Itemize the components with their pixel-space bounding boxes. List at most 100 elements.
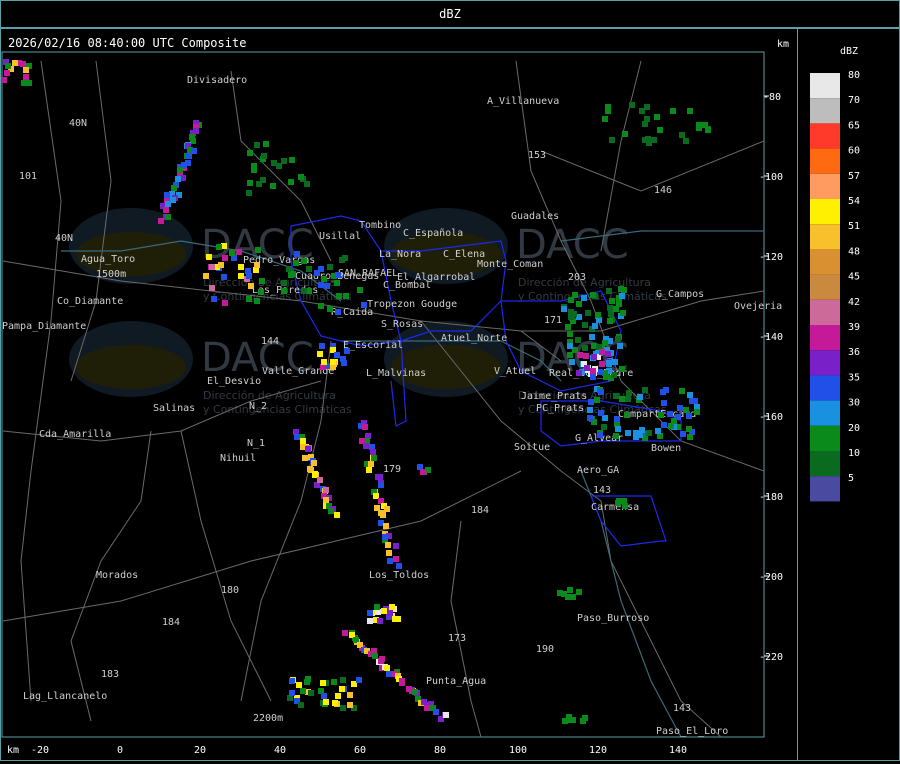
svg-text:Soitue: Soitue — [514, 442, 550, 453]
echo-pixel — [619, 396, 625, 402]
y-tick-label: -100 — [759, 172, 783, 183]
echo-pixel — [569, 313, 575, 319]
echo-pixel — [686, 426, 692, 432]
echo-pixel — [561, 306, 567, 312]
echo-pixel — [281, 288, 287, 294]
echo-pixel — [261, 153, 267, 159]
echo-pixel — [396, 563, 402, 569]
echo-pixel — [381, 608, 387, 614]
echo-pixel — [639, 108, 645, 114]
svg-text:Pampa_Diamante: Pampa_Diamante — [2, 321, 86, 332]
echo-pixel — [389, 604, 395, 610]
legend-level-label: 65 — [848, 120, 860, 131]
y-tick-label: -220 — [759, 652, 783, 663]
echo-pixel — [206, 254, 212, 260]
x-tick-label: 20 — [194, 745, 206, 756]
echo-pixel — [629, 102, 635, 108]
echo-pixel — [221, 274, 227, 280]
echo-pixel — [637, 394, 643, 400]
echo-pixel — [336, 293, 342, 299]
echo-pixel — [679, 388, 685, 394]
echo-pixel — [383, 523, 389, 529]
echo-pixel — [248, 283, 254, 289]
echo-pixel — [371, 455, 377, 461]
echo-pixel — [270, 183, 276, 189]
echo-pixel — [335, 693, 341, 699]
svg-text:PC_Prats: PC_Prats — [536, 403, 584, 414]
legend-swatch — [810, 425, 840, 451]
echo-pixel — [323, 699, 329, 705]
echo-pixel — [668, 423, 674, 429]
echo-pixel — [626, 390, 632, 396]
svg-text:101: 101 — [19, 171, 37, 182]
y-tick-label: -200 — [759, 572, 783, 583]
x-axis: km -20 0 20 40 60 80 100 120 140 — [7, 745, 687, 756]
echo-pixel — [625, 396, 631, 402]
echo-pixel — [289, 678, 295, 684]
echo-pixel — [246, 190, 252, 196]
echo-pixel — [622, 503, 628, 509]
legend-level-label: 36 — [848, 347, 860, 358]
svg-text:SAN_RAFAEL: SAN_RAFAEL — [338, 268, 398, 279]
svg-text:La_Nora: La_Nora — [379, 249, 421, 260]
echo-pixel — [386, 671, 392, 677]
echo-pixel — [392, 616, 398, 622]
echo-pixel — [238, 273, 244, 279]
echo-pixel — [582, 345, 588, 351]
timestamp-header: 2026/02/16 08:40:00 UTC Composite — [8, 36, 246, 50]
echo-pixel — [583, 353, 589, 359]
legend-swatch — [810, 350, 840, 376]
legend-swatch — [810, 173, 840, 199]
echo-pixel — [587, 407, 593, 413]
echo-pixel — [584, 365, 590, 371]
echo-pixel — [363, 443, 369, 449]
echo-pixel — [321, 276, 327, 282]
echo-pixel — [377, 618, 383, 624]
svg-text:Ovejeria: Ovejeria — [734, 301, 782, 312]
legend-title: dBZ — [840, 46, 858, 57]
legend-swatch — [810, 249, 840, 275]
echo-pixel — [696, 125, 702, 131]
echo-pixel — [1, 77, 7, 83]
echo-pixel — [385, 542, 391, 548]
echo-pixel — [323, 487, 329, 493]
echo-pixel — [163, 207, 169, 213]
echo-pixel — [271, 160, 277, 166]
y-tick-label: -180 — [759, 492, 783, 503]
legend-level-label: 39 — [848, 322, 860, 333]
echo-pixel — [258, 289, 264, 295]
echo-pixel — [296, 682, 302, 688]
echo-pixel — [347, 692, 353, 698]
svg-text:Paso_Burroso: Paso_Burroso — [577, 613, 649, 624]
echo-pixel — [580, 718, 586, 724]
echo-pixel — [565, 324, 571, 330]
echo-pixel — [598, 389, 604, 395]
echo-pixel — [356, 677, 362, 683]
echo-pixel — [399, 680, 405, 686]
echo-pixel — [624, 412, 630, 418]
radar-map[interactable]: DACC Dirección de Agricultura y Continge… — [1, 29, 799, 762]
echo-pixel — [26, 80, 32, 86]
echo-pixel — [323, 497, 329, 503]
x-tick-label: 80 — [434, 745, 446, 756]
echo-pixel — [687, 392, 693, 398]
legend-scale: 80 70 65 60 57 54 51 48 45 42 39 36 35 30 20 10 5 — [810, 70, 860, 502]
echo-pixel — [305, 676, 311, 682]
svg-text:Nihuil: Nihuil — [220, 453, 256, 464]
legend-swatch — [810, 224, 840, 250]
echo-pixel — [675, 414, 681, 420]
svg-text:Salinas: Salinas — [153, 403, 195, 414]
echo-pixel — [300, 438, 306, 444]
echo-pixel — [321, 693, 327, 699]
radar-map-panel[interactable]: DACC Dirección de Agricultura y Continge… — [0, 28, 798, 761]
echo-pixel — [620, 310, 626, 316]
legend-swatch — [810, 375, 840, 401]
svg-text:N_1: N_1 — [247, 438, 265, 449]
echo-pixel — [581, 295, 587, 301]
echo-pixel — [5, 63, 11, 69]
echo-pixel — [357, 287, 363, 293]
echo-pixel — [175, 176, 181, 182]
legend-swatch — [810, 123, 840, 149]
echo-pixel — [165, 214, 171, 220]
echo-pixel — [433, 709, 439, 715]
